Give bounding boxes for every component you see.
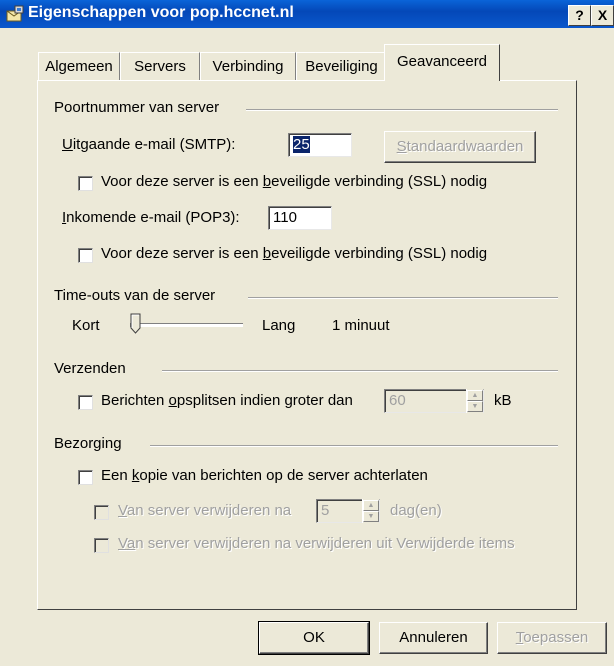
keep-copy-checkbox[interactable] — [78, 470, 93, 485]
spin-up-icon[interactable]: ▲ — [467, 390, 483, 401]
split-size-spinner[interactable]: ▲ ▼ — [466, 389, 483, 413]
window-title: Eigenschappen voor pop.hccnet.nl — [28, 4, 294, 21]
timeout-short-label: Kort — [72, 317, 100, 334]
pop3-label: Inkomende e-mail (POP3): — [62, 209, 240, 226]
tab-algemeen[interactable]: Algemeen — [38, 52, 120, 80]
sending-group-label: Verzenden — [54, 360, 126, 377]
split-messages-label: Berichten opsplitsen indien groter dan — [101, 392, 353, 409]
spin-up-icon[interactable]: ▲ — [363, 500, 379, 511]
pop3-ssl-label: Voor deze server is een beveiligde verbi… — [101, 245, 488, 262]
remove-days-unit: dag(en) — [390, 502, 442, 519]
help-button[interactable]: ? — [568, 5, 591, 26]
close-button[interactable]: X — [591, 5, 614, 26]
split-messages-checkbox[interactable] — [78, 395, 93, 410]
remove-when-deleted-checkbox[interactable] — [94, 538, 109, 553]
advanced-tab-panel: Poortnummer van server Uitgaande e-mail … — [37, 80, 577, 610]
spin-down-icon[interactable]: ▼ — [363, 511, 379, 522]
properties-dialog: Eigenschappen voor pop.hccnet.nl ? X Alg… — [0, 0, 614, 666]
smtp-ssl-checkbox[interactable] — [78, 176, 93, 191]
spin-down-icon[interactable]: ▼ — [467, 401, 483, 412]
tab-servers[interactable]: Servers — [120, 52, 200, 80]
defaults-button[interactable]: Standaardwaarden — [384, 131, 536, 163]
remove-after-days-label: Van server verwijderen na — [118, 502, 292, 519]
pop3-ssl-checkbox[interactable] — [78, 248, 93, 263]
remove-days-spinner[interactable]: ▲ ▼ — [362, 499, 379, 523]
tab-beveiliging[interactable]: Beveiliging — [296, 52, 387, 80]
smtp-label: Uitgaande e-mail (SMTP): — [62, 136, 236, 153]
timeouts-group-label: Time-outs van de server — [54, 287, 216, 304]
ports-group-divider — [246, 109, 558, 111]
ok-button[interactable]: OK — [258, 621, 370, 655]
smtp-port-input[interactable]: 25 — [288, 133, 352, 157]
ports-group-label: Poortnummer van server — [54, 99, 220, 116]
delivery-group-label: Bezorging — [54, 435, 122, 452]
email-account-icon — [6, 5, 24, 22]
sending-group-divider — [162, 370, 558, 372]
remove-when-deleted-label: Van server verwijderen na verwijderen ui… — [118, 535, 515, 552]
timeout-value: 1 minuut — [332, 317, 390, 334]
apply-button[interactable]: Toepassen — [497, 622, 607, 654]
cancel-button[interactable]: Annuleren — [379, 622, 488, 654]
smtp-ssl-label: Voor deze server is een beveiligde verbi… — [101, 173, 488, 190]
tab-verbinding[interactable]: Verbinding — [200, 52, 296, 80]
timeout-slider-track[interactable] — [130, 323, 243, 327]
split-size-unit: kB — [494, 392, 512, 409]
timeout-slider-thumb[interactable] — [130, 313, 142, 335]
delivery-group-divider — [150, 445, 558, 447]
pop3-port-input[interactable]: 110 — [268, 206, 332, 230]
timeouts-group-divider — [248, 297, 558, 299]
timeout-long-label: Lang — [262, 317, 296, 334]
remove-after-days-checkbox[interactable] — [94, 505, 109, 520]
tab-geavanceerd[interactable]: Geavanceerd — [384, 44, 500, 81]
title-bar[interactable]: Eigenschappen voor pop.hccnet.nl ? X — [0, 0, 614, 28]
keep-copy-label: Een kopie van berichten op de server ach… — [101, 467, 428, 484]
